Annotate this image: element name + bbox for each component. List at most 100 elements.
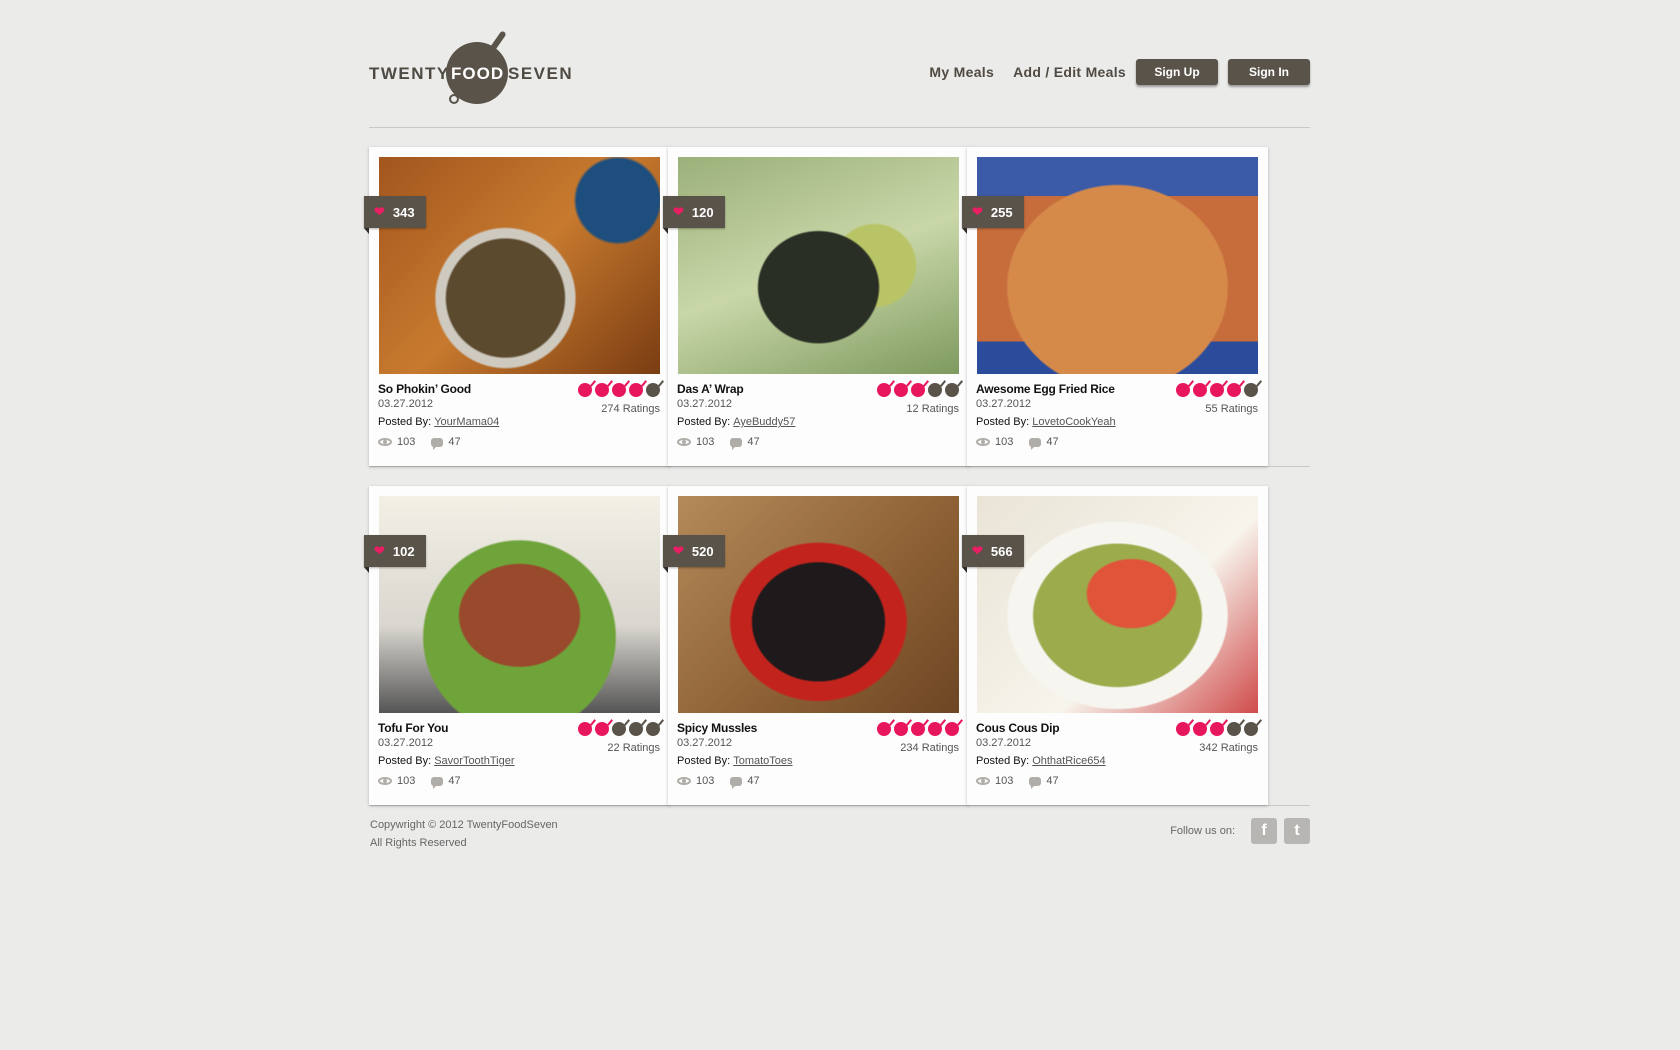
meal-card[interactable]: ❤ 120 Das A’ Wrap 03.27.2012 Posted By: A… [663,147,969,466]
rating-pan-icon[interactable] [612,383,626,397]
rating-pan-icon[interactable] [911,722,925,736]
meal-title[interactable]: Spicy Mussles [677,721,757,735]
rating-pan-icon[interactable] [1244,722,1258,736]
views-icon [378,777,392,785]
posted-by-user[interactable]: OhthatRice654 [1032,755,1105,767]
views-icon [677,438,691,446]
meal-photo[interactable] [678,157,959,374]
logo-text-left: TWENTY [369,64,450,83]
meal-photo[interactable] [977,496,1258,713]
posted-by-user[interactable]: TomatoToes [733,755,792,767]
meal-date: 03.27.2012 [677,737,733,749]
meal-photo[interactable] [678,496,959,713]
meal-date: 03.27.2012 [378,737,434,749]
meal-title[interactable]: Das A’ Wrap [677,382,744,396]
posted-by: Posted By: TomatoToes [677,755,793,767]
posted-by-user[interactable]: AyeBuddy57 [733,416,795,428]
ratings-count: 55 Ratings [1205,403,1258,415]
posted-by-user[interactable]: SavorToothTiger [434,755,514,767]
rating-pan-icon[interactable] [1227,383,1241,397]
rating-pan-icon[interactable] [578,383,592,397]
rating-pan-icon[interactable] [1210,383,1224,397]
logo[interactable]: TWENTY FOOD SEVEN [369,28,579,104]
facebook-icon[interactable]: f [1251,818,1277,844]
rating-pan-icon[interactable] [928,383,942,397]
rating-pan-icon[interactable] [1210,722,1224,736]
views-icon [677,777,691,785]
pan-knob [449,94,459,104]
rating-pan-icon[interactable] [877,722,891,736]
posted-by-label: Posted By: [378,416,432,428]
rating-pan-icon[interactable] [629,722,643,736]
logo-text-food: FOOD [451,64,505,83]
rating-pan-icon[interactable] [578,722,592,736]
likes-badge[interactable]: ❤ 102 [364,535,426,573]
nav-my-meals[interactable]: My Meals [929,64,994,80]
rating-pans[interactable] [874,722,959,736]
sign-in-button[interactable]: Sign In [1228,59,1310,85]
comments-count: 47 [448,436,461,448]
likes-badge[interactable]: ❤ 343 [364,196,426,234]
rating-pan-icon[interactable] [1193,383,1207,397]
footer: Copywright © 2012 TwentyFoodSeven All Ri… [369,806,1310,886]
posted-by: Posted By: LovetoCookYeah [976,416,1116,428]
rating-pan-icon[interactable] [945,722,959,736]
rating-pan-icon[interactable] [1244,383,1258,397]
meal-stats: 103 47 [677,775,760,789]
rating-pans[interactable] [874,383,959,397]
meal-title[interactable]: Tofu For You [378,721,448,735]
views-icon [976,438,990,446]
likes-badge[interactable]: ❤ 566 [962,535,1024,573]
posted-by: Posted By: OhthatRice654 [976,755,1106,767]
posted-by-user[interactable]: YourMama04 [434,416,499,428]
page: TWENTY FOOD SEVEN My Meals Add / Edit Me… [364,0,1310,886]
rating-pan-icon[interactable] [612,722,626,736]
comments-icon [431,776,444,789]
rating-pans[interactable] [575,383,660,397]
meal-card[interactable]: ❤ 255 Awesome Egg Fried Rice 03.27.2012 … [962,147,1268,466]
rating-pan-icon[interactable] [877,383,891,397]
rating-pan-icon[interactable] [1227,722,1241,736]
meal-card[interactable]: ❤ 520 Spicy Mussles 03.27.2012 Posted By… [663,486,969,805]
views-count: 103 [397,775,416,787]
comments-count: 47 [1046,436,1059,448]
meal-card[interactable]: ❤ 102 Tofu For You 03.27.2012 Posted By:… [364,486,670,805]
comments-icon [730,437,743,450]
nav-add-edit-meals[interactable]: Add / Edit Meals [1013,64,1126,80]
rating-pan-icon[interactable] [1176,722,1190,736]
rating-pan-icon[interactable] [894,722,908,736]
rating-pan-icon[interactable] [911,383,925,397]
likes-badge[interactable]: ❤ 520 [663,535,725,573]
twitter-icon[interactable]: t [1284,818,1310,844]
posted-by-user[interactable]: LovetoCookYeah [1032,416,1115,428]
rating-pan-icon[interactable] [646,722,660,736]
rating-pan-icon[interactable] [629,383,643,397]
meal-title[interactable]: Awesome Egg Fried Rice [976,382,1115,396]
sign-up-button[interactable]: Sign Up [1136,59,1218,85]
meal-date: 03.27.2012 [378,398,434,410]
comments-count: 47 [448,775,461,787]
rating-pan-icon[interactable] [945,383,959,397]
likes-badge[interactable]: ❤ 255 [962,196,1024,234]
rating-pan-icon[interactable] [1176,383,1190,397]
meal-title[interactable]: Cous Cous Dip [976,721,1060,735]
meal-title[interactable]: So Phokin’ Good [378,382,471,396]
rating-pan-icon[interactable] [928,722,942,736]
meal-photo[interactable] [977,157,1258,374]
rating-pan-icon[interactable] [1193,722,1207,736]
rating-pans[interactable] [1173,383,1258,397]
meal-card[interactable]: ❤ 343 So Phokin’ Good 03.27.2012 Posted … [364,147,670,466]
rating-pan-icon[interactable] [894,383,908,397]
posted-by-label: Posted By: [677,755,731,767]
meal-photo[interactable] [379,496,660,713]
meal-photo[interactable] [379,157,660,374]
rating-pan-icon[interactable] [595,383,609,397]
comments-icon [1029,437,1042,450]
meal-card[interactable]: ❤ 566 Cous Cous Dip 03.27.2012 Posted By… [962,486,1268,805]
rating-pans[interactable] [1173,722,1258,736]
rating-pan-icon[interactable] [646,383,660,397]
rating-pan-icon[interactable] [595,722,609,736]
rating-pans[interactable] [575,722,660,736]
likes-badge[interactable]: ❤ 120 [663,196,725,234]
copyright-text: Copywright © 2012 TwentyFoodSeven [370,819,558,831]
